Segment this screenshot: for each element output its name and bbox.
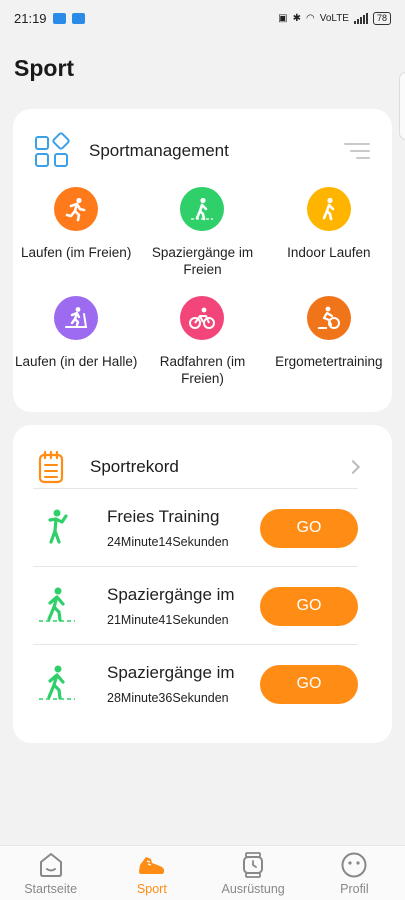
sport-item-label: Ergometertraining: [275, 354, 383, 369]
sort-menu-icon[interactable]: [344, 143, 370, 159]
video-app-icon: [52, 12, 66, 24]
walk-icon: [39, 587, 75, 622]
watch-icon: [243, 852, 264, 878]
walk-icon: [180, 187, 225, 231]
record-row[interactable]: Spaziergänge im 28Minute36Sekunden GO: [33, 645, 358, 723]
go-button[interactable]: GO: [260, 664, 358, 704]
sport-item-outdoor-running[interactable]: Laufen (im Freien): [13, 187, 139, 278]
record-row[interactable]: Freies Training 24Minute14Sekunden GO: [33, 489, 358, 567]
calendar-icon: [38, 450, 64, 484]
run-icon: [54, 187, 99, 231]
battery-icon: 78: [372, 11, 391, 25]
walk-icon: [39, 665, 75, 700]
training-figure-icon: [48, 509, 68, 544]
sport-types-grid: Laufen (im Freien) Spaziergänge im Freie…: [13, 187, 392, 387]
status-bar: 21:19 ▣ ✱ ◠ VoLTE 78: [0, 0, 405, 36]
treadmill-icon: [54, 296, 99, 340]
tab-label: Sport: [136, 882, 167, 896]
tab-equipment[interactable]: Ausrüstung: [203, 846, 304, 900]
sport-item-hall-running[interactable]: Laufen (in der Halle): [13, 296, 139, 387]
sport-item-ergometer[interactable]: Ergometertraining: [266, 296, 392, 387]
page-title: Sport: [14, 55, 75, 81]
record-title: Freies Training: [107, 507, 220, 526]
wifi-icon: ◠: [305, 12, 315, 24]
cloud-app-icon: [71, 12, 85, 24]
record-duration: 24Minute14Sekunden: [107, 535, 229, 549]
sport-item-label: Spaziergänge im Freien: [151, 245, 254, 277]
record-title: Spaziergänge im: [107, 585, 235, 604]
record-duration: 28Minute36Sekunden: [107, 691, 229, 705]
sport-management-header: Sportmanagement: [35, 131, 370, 169]
ergometer-icon: [306, 296, 351, 340]
nfc-icon: ▣: [278, 12, 288, 24]
bluetooth-icon: ✱: [292, 12, 301, 24]
tab-sport[interactable]: Sport: [101, 846, 202, 900]
sport-item-label: Laufen (im Freien): [21, 245, 132, 260]
shoe-icon: [138, 857, 165, 874]
chevron-right-icon: [345, 459, 361, 475]
go-button[interactable]: GO: [260, 586, 358, 626]
apps-grid-icon: [35, 131, 71, 168]
sport-item-indoor-running[interactable]: Indoor Laufen: [266, 187, 392, 278]
home-icon: [39, 853, 62, 877]
tab-label: Ausrüstung: [221, 882, 285, 896]
go-button[interactable]: GO: [260, 508, 358, 548]
sport-record-header[interactable]: Sportrekord: [38, 449, 361, 485]
sport-item-outdoor-cycling[interactable]: Radfahren (im Freien): [139, 296, 265, 387]
network-type: VoLTE: [319, 12, 349, 24]
face-icon: [341, 852, 367, 878]
sport-item-label: Radfahren (im Freien): [159, 354, 246, 386]
record-duration: 21Minute41Sekunden: [107, 613, 229, 627]
sport-management-card: Sportmanagement Laufen (im Freien) Spazi…: [13, 109, 392, 412]
status-time: 21:19: [14, 10, 47, 26]
sport-record-title: Sportrekord: [90, 457, 179, 476]
tab-home[interactable]: Startseite: [0, 846, 101, 900]
edge-panel-handle[interactable]: [399, 72, 405, 140]
tab-profile[interactable]: Profil: [304, 846, 405, 900]
bottom-tab-bar: Startseite Sport Ausrüstung Profil: [0, 845, 405, 900]
signal-icon: [353, 12, 368, 24]
sport-item-label: Laufen (in der Halle): [15, 354, 138, 369]
bike-icon: [180, 296, 225, 340]
sport-item-outdoor-walking[interactable]: Spaziergänge im Freien: [139, 187, 265, 278]
record-row[interactable]: Spaziergänge im 21Minute41Sekunden GO: [33, 567, 358, 645]
sport-management-title: Sportmanagement: [89, 141, 229, 160]
sport-item-label: Indoor Laufen: [287, 245, 371, 260]
record-title: Spaziergänge im: [107, 663, 235, 682]
tab-label: Startseite: [24, 882, 78, 896]
sport-record-card: Sportrekord Freies Training 24Minute14Se…: [13, 425, 392, 743]
tab-label: Profil: [340, 882, 369, 896]
walk-indoor-icon: [306, 187, 351, 231]
